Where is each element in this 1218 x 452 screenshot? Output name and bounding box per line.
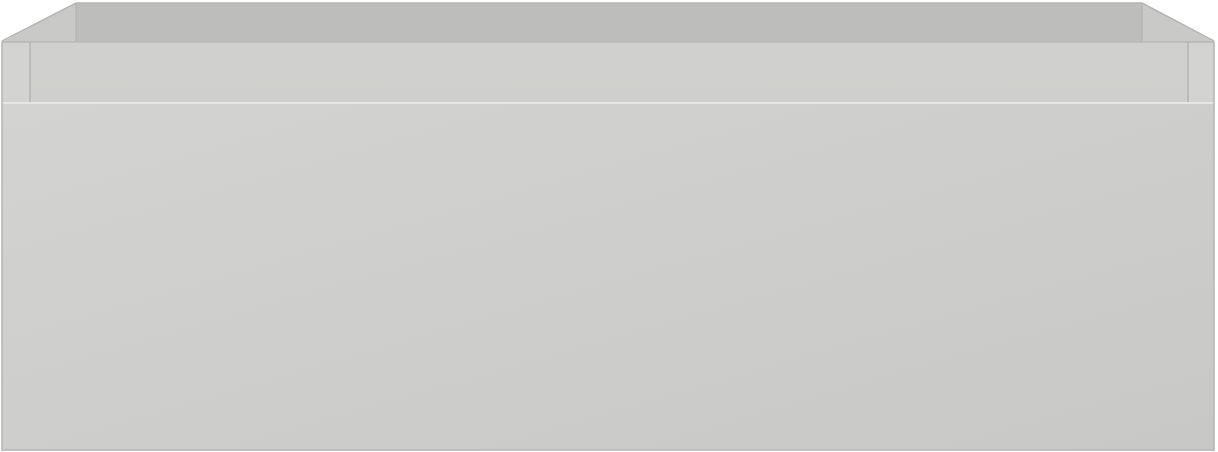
drawer-inner-back-wall — [76, 3, 1142, 42]
drawer-svg — [1, 2, 1215, 451]
drawer-rim-recess — [30, 42, 1188, 103]
drawer-illustration — [0, 0, 1218, 452]
drawer-right-post — [1188, 42, 1214, 103]
drawer-left-post — [2, 42, 30, 103]
drawer-front-panel — [2, 104, 1214, 450]
